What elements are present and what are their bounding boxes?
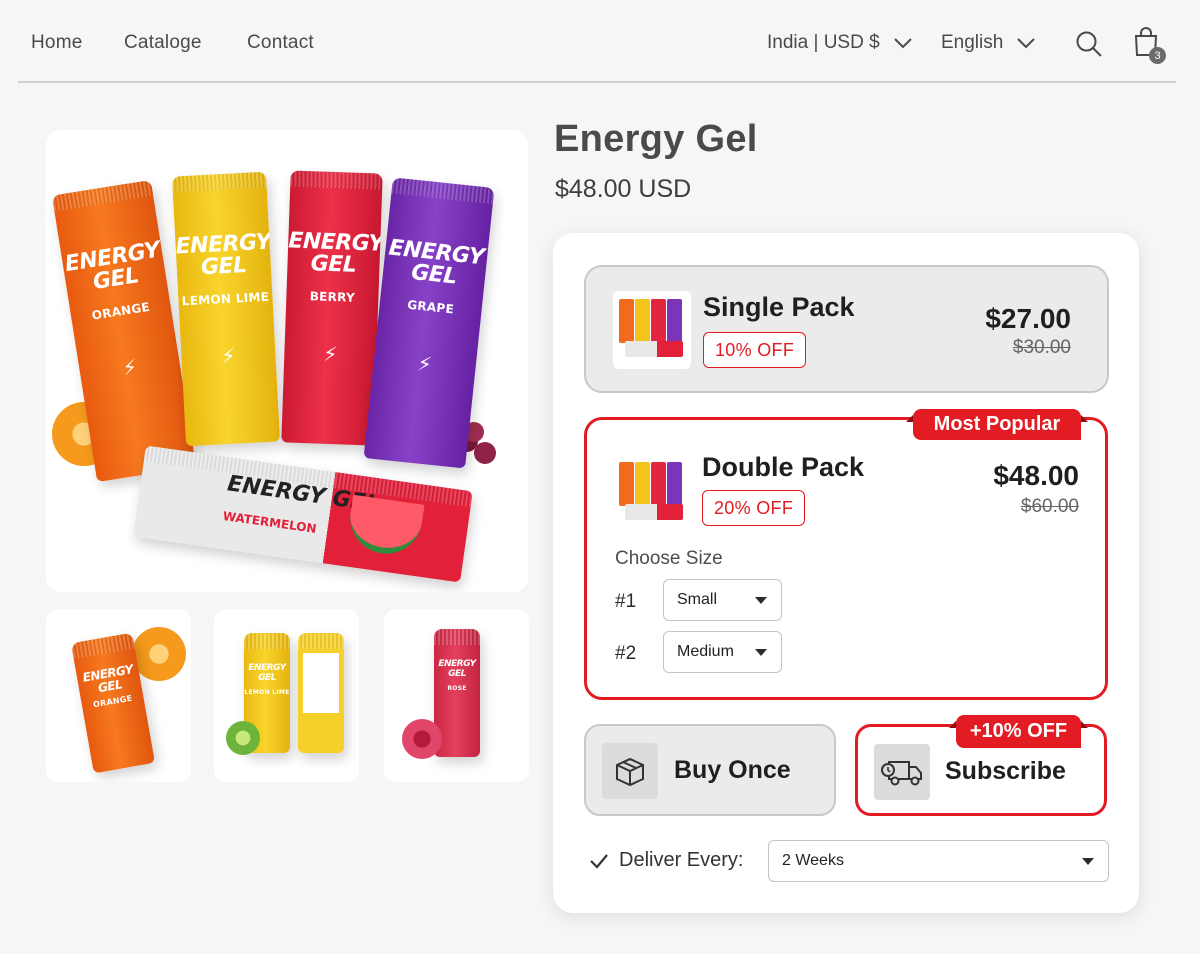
thumbnail-lemon-lime[interactable]: ENERGY GEL LEMON LIME xyxy=(214,609,359,782)
double-pack-price: $48.00 xyxy=(993,460,1079,491)
double-pack-compare-price: $60.00 xyxy=(1020,496,1079,517)
region-currency-label: India | USD $ xyxy=(767,32,880,53)
search-icon xyxy=(1076,31,1102,57)
double-pack-discount-badge: 20% OFF xyxy=(702,490,806,526)
bar-flavor-text: WATERMELON xyxy=(221,508,318,536)
thumbnail-orange[interactable]: ENERGY GEL ORANGE xyxy=(46,609,191,782)
cart-count-badge: 3 xyxy=(1149,47,1166,64)
size-select-2[interactable]: Medium xyxy=(663,631,782,673)
language-selector[interactable]: English xyxy=(941,32,1036,54)
lightning-icon: ⚡ xyxy=(322,341,338,367)
checkmark-icon xyxy=(590,853,608,869)
single-pack-compare-price: $30.00 xyxy=(1012,337,1071,358)
caret-down-icon xyxy=(755,649,767,656)
pack-flavor-text: ORANGE xyxy=(90,299,151,323)
pack-flavor-text: LEMON LIME xyxy=(181,289,270,309)
delivery-truck-icon xyxy=(874,744,930,800)
caret-down-icon xyxy=(755,597,767,604)
single-pack-discount-badge: 10% OFF xyxy=(703,332,807,368)
gel-bar-watermelon: ENERGY GEL WATERMELON xyxy=(133,445,473,583)
product-title: Energy Gel xyxy=(554,118,758,160)
size-select-1[interactable]: Small xyxy=(663,579,782,621)
pack-brand-text: ENERGY GEL xyxy=(175,229,272,281)
delivery-frequency-value: 2 Weeks xyxy=(782,852,844,869)
main-product-image[interactable]: ENERGY GEL ORANGE ⚡ ENERGY GEL LEMON LIM… xyxy=(46,130,528,592)
orange-fruit-illustration xyxy=(132,627,186,681)
pack-flavor-text: BERRY xyxy=(309,289,356,305)
subscribe-discount-badge: +10% OFF xyxy=(949,715,1088,748)
nav-catalog-link[interactable]: Cataloge xyxy=(124,32,202,54)
lightning-icon: ⚡ xyxy=(120,354,139,381)
caret-down-icon xyxy=(1082,858,1094,865)
size-number-2: #2 xyxy=(615,643,637,664)
pack-flavor-text: GRAPE xyxy=(406,297,455,317)
single-pack-option[interactable]: Single Pack 10% OFF $27.00 $30.00 xyxy=(584,265,1109,393)
product-price: $48.00 USD xyxy=(555,175,692,203)
gel-pack-berry: ENERGY GEL BERRY ⚡ xyxy=(281,170,383,446)
region-currency-selector[interactable]: India | USD $ xyxy=(767,32,912,54)
subscribe-label: Subscribe xyxy=(945,757,1066,785)
single-pack-price: $27.00 xyxy=(985,303,1071,334)
size-select-2-value: Medium xyxy=(677,643,734,660)
buy-once-option[interactable]: Buy Once xyxy=(584,724,836,816)
double-pack-thumbnail xyxy=(613,454,691,532)
buy-once-label: Buy Once xyxy=(674,756,791,784)
double-pack-name: Double Pack xyxy=(702,452,865,482)
box-icon xyxy=(602,743,658,799)
thumbnail-rose[interactable]: ENERGY GEL ROSE xyxy=(384,609,529,782)
pack-brand-text: ENERGY GEL xyxy=(438,659,476,679)
lightning-icon: ⚡ xyxy=(220,343,237,369)
pack-brand-text: ENERGY GEL xyxy=(387,235,486,290)
rose-flower-illustration xyxy=(402,719,442,759)
lime-illustration xyxy=(226,721,260,755)
top-navigation: Home Cataloge Contact India | USD $ Engl… xyxy=(18,0,1176,83)
size-select-1-value: Small xyxy=(677,591,718,608)
chevron-down-icon xyxy=(893,38,912,49)
size-number-1: #1 xyxy=(615,591,637,612)
language-label: English xyxy=(941,32,1004,53)
delivery-frequency-select[interactable]: 2 Weeks xyxy=(768,840,1109,882)
pack-brand-text: ENERGY GEL xyxy=(63,237,162,296)
pack-brand-text: ENERGY GEL xyxy=(287,228,383,278)
watermelon-slice-illustration xyxy=(345,494,425,559)
grape-illustration xyxy=(474,442,496,464)
chevron-down-icon xyxy=(1017,38,1036,49)
pack-brand-text: ENERGY GEL xyxy=(248,663,286,683)
deliver-every-label: Deliver Every: xyxy=(619,849,744,871)
single-pack-name: Single Pack xyxy=(703,292,855,322)
nav-contact-link[interactable]: Contact xyxy=(247,32,314,54)
gel-pack-lemon-lime-back xyxy=(298,633,344,753)
single-pack-thumbnail xyxy=(613,291,691,369)
gel-pack-lemon-lime: ENERGY GEL LEMON LIME ⚡ xyxy=(171,171,281,447)
search-button[interactable] xyxy=(1075,30,1103,58)
lightning-icon: ⚡ xyxy=(416,351,433,377)
nav-home-link[interactable]: Home xyxy=(31,32,82,54)
choose-size-label: Choose Size xyxy=(615,548,723,569)
nutrition-facts-label xyxy=(303,653,339,713)
deliver-every-label-row: Deliver Every: xyxy=(589,849,743,872)
pack-flavor-text: ROSE xyxy=(447,685,467,692)
most-popular-badge: Most Popular xyxy=(906,409,1088,440)
pack-flavor-text: LEMON LIME xyxy=(244,689,290,696)
cart-button[interactable]: 3 xyxy=(1133,27,1167,65)
